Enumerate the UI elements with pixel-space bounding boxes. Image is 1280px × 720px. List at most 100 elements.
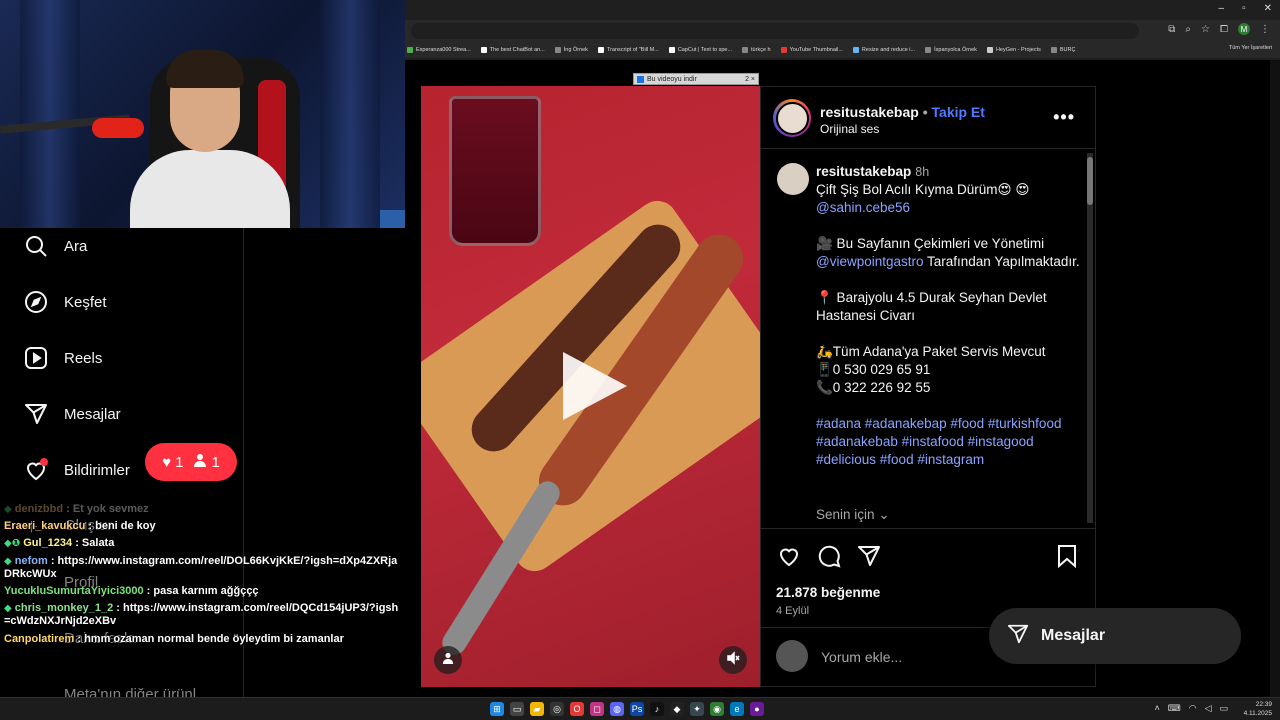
mention-link[interactable]: @viewpointgastro [816,254,924,269]
caption-phone: 📱0 530 029 65 91 [816,362,931,377]
comment-input[interactable]: Yorum ekle... [821,649,902,665]
bookmark-item[interactable]: İng Örnek [554,47,588,53]
author-username[interactable]: resitustakebap [820,104,919,120]
extensions-icon[interactable]: ⧠ [1220,24,1228,35]
minimize-button[interactable]: – [1219,3,1225,14]
system-tray: ˄ ⌨ ◠ ◁ ▭ [1154,703,1228,714]
app-icon[interactable]: ✦ [690,702,704,716]
caption-phone: 📞0 322 226 92 55 [816,380,931,395]
bookmarks-bar: Esperanza000 Strea... The best ChatBot a… [405,42,1280,58]
follows-count: 1 [193,453,220,471]
obs-icon[interactable]: ● [750,702,764,716]
opera-icon[interactable]: O [570,702,584,716]
speaker-muted-icon [726,650,740,670]
caption-scrollbar[interactable] [1087,153,1093,523]
browser-toolbar: ⧉ ⌕ ☆ ⧠ M ⋮ [405,20,1280,42]
sidebar-item-reels[interactable]: Reels [24,346,102,370]
chrome-active-icon[interactable]: ◉ [710,702,724,716]
profile-avatar[interactable]: M [1238,23,1250,35]
clock[interactable]: 22:39 4.11.2025 [1244,700,1272,718]
bookmark-favicon-icon [852,47,859,53]
follow-button[interactable]: Takip Et [932,104,985,120]
sidebar-item-label: Reels [64,349,103,367]
more-options-icon[interactable]: ••• [1053,107,1075,128]
sidebar-item-explore[interactable]: Keşfet [24,290,107,314]
cast-icon[interactable]: ⧉ [1168,24,1175,35]
video-download-banner[interactable]: Bu videoyu indir 2 × [633,73,759,85]
photoshop-icon[interactable]: Ps [630,702,644,716]
bookmark-item[interactable]: YouTube Thumbnail... [780,47,843,53]
bookmark-item[interactable]: türkçe h [742,47,771,53]
file-explorer-icon[interactable]: ▰ [530,702,544,716]
caption-username[interactable]: resitustakebap [816,164,911,179]
messages-floating-button[interactable]: Mesajlar [989,608,1241,664]
like-count[interactable]: 21.878 beğenme [776,585,880,600]
mention-link[interactable]: @sahin.cebe56 [816,199,1081,217]
caption-hashtags[interactable]: #adana #adanakebap #food #turkishfood #a… [816,415,1081,469]
discord-icon[interactable]: ◍ [610,702,624,716]
close-window-button[interactable]: ✕ [1264,3,1272,14]
maximize-button[interactable]: ▫ [1242,3,1246,14]
bookmark-item[interactable]: Resize and reduce i... [852,47,915,53]
bookmark-item[interactable]: CapCut | Text to spe... [668,47,732,53]
author-avatar[interactable] [773,99,811,137]
star-icon[interactable]: ☆ [1201,24,1210,35]
bookmark-item[interactable]: The best ChatBot an... [480,47,545,53]
for-you-toggle[interactable]: Senin için ⌄ [816,507,890,523]
sidebar-item-search[interactable]: Ara [24,234,87,258]
taskbar-apps: ⊞ ▭ ▰ ◎ O ◻ ◍ Ps ♪ ◆ ✦ ◉ e ● [490,702,764,716]
heart-icon [24,458,48,482]
bookmark-item[interactable]: Esperanza000 Strea... [407,47,471,53]
notification-popup[interactable]: ♥ 1 1 [145,443,237,481]
webcam-overlay [0,0,405,228]
edge-icon[interactable]: e [730,702,744,716]
volume-icon[interactable]: ◁ [1205,703,1212,714]
like-icon[interactable] [776,543,802,569]
bookmark-favicon-icon [986,47,993,53]
audio-link[interactable]: Orijinal ses [820,122,879,136]
battery-icon[interactable]: ▭ [1219,703,1228,714]
tiktok-icon[interactable]: ♪ [650,702,664,716]
play-icon[interactable] [563,352,627,420]
paper-plane-icon [24,402,48,426]
folder-icon [742,47,749,53]
start-icon[interactable]: ⊞ [490,702,504,716]
bookmark-item[interactable]: Transcript of "Bill M... [597,47,659,53]
viewer-avatar [776,640,808,672]
chevron-up-icon[interactable]: ˄ [1154,703,1159,714]
caption-avatar[interactable] [777,163,809,195]
caption-body: resitustakebap 8h Çift Şiş Bol Acılı Kıym… [816,164,1081,469]
mute-button[interactable] [719,646,747,674]
bookmark-item[interactable]: BURÇ [1050,47,1075,53]
chat-message: ◆❶ Gul_1234 : Salata [4,537,115,550]
post-video[interactable] [421,86,760,687]
all-bookmarks-link[interactable]: Tüm Yer İşaretleri [1229,45,1272,51]
bookmark-item[interactable]: İspanyolca Örnek [925,47,977,53]
sidebar-item-label: Bildirimler [64,461,130,479]
wifi-icon[interactable]: ◠ [1189,703,1197,714]
address-bar[interactable] [411,23,1139,39]
chrome-icon[interactable]: ◎ [550,702,564,716]
post-details-panel: resitustakebap • Takip Et Orijinal ses •… [760,86,1096,687]
author-line: resitustakebap • Takip Et [820,104,985,120]
instagram-icon[interactable]: ◻ [590,702,604,716]
curtain [20,0,80,228]
app-icon[interactable]: ◆ [670,702,684,716]
task-view-icon[interactable]: ▭ [510,702,524,716]
share-icon[interactable] [856,543,882,569]
language-icon[interactable]: ⌨ [1168,703,1181,714]
comment-icon[interactable] [816,543,842,569]
bookmark-favicon-icon [597,47,604,53]
bookmark-favicon-icon [668,47,675,53]
zoom-icon[interactable]: ⌕ [1185,24,1191,35]
bookmark-item[interactable]: HeyGen - Projects [986,47,1041,53]
sidebar-item-notifications[interactable]: Bildirimler [24,458,130,482]
menu-icon[interactable]: ⋮ [1260,24,1270,35]
bookmark-icon[interactable] [1054,543,1080,569]
heart-filled-icon: ♥ [162,453,172,471]
tagged-users-button[interactable] [434,646,462,674]
window-controls: – ▫ ✕ [1219,3,1273,14]
stream-chat: ◆ denizbbd : Et yok sevmez Eraeri_kavukc… [4,503,404,650]
page-scrollbar[interactable] [1270,60,1280,700]
sidebar-item-messages[interactable]: Mesajlar [24,402,121,426]
